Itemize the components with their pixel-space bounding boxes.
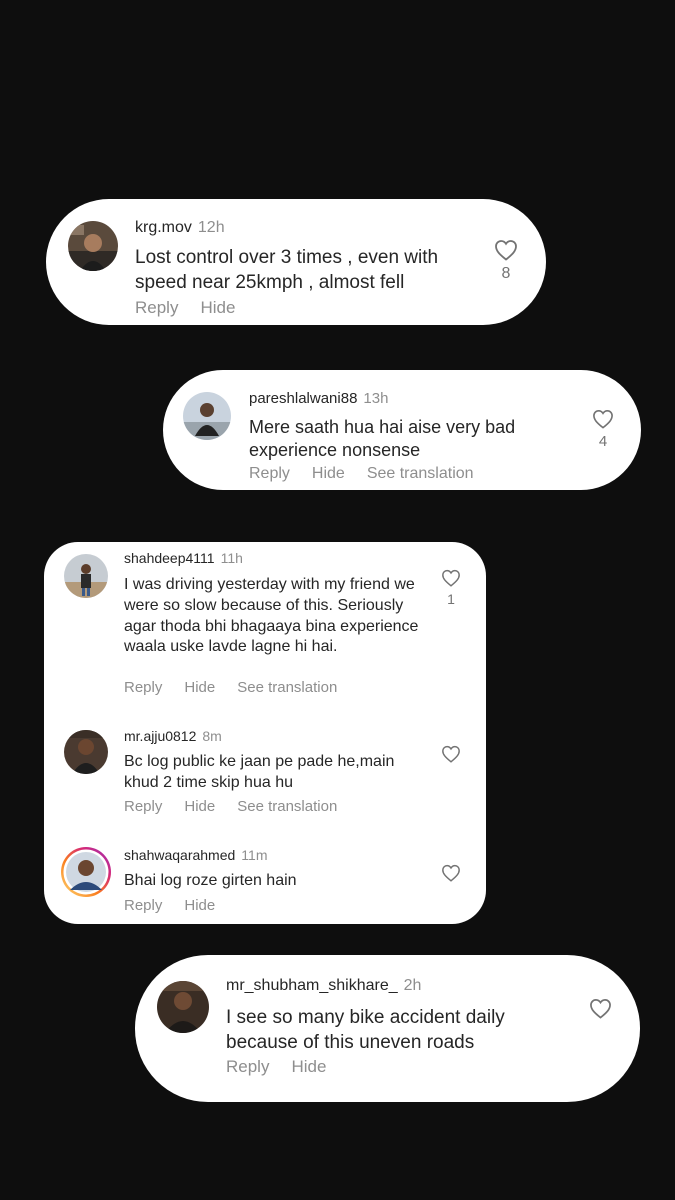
username[interactable]: mr_shubham_shikhare_ xyxy=(226,977,398,994)
like-button[interactable] xyxy=(440,864,462,882)
comment-text: Bc log public ke jaan pe pade he,main kh… xyxy=(124,753,395,791)
comment-text: I see so many bike accident daily becaus… xyxy=(226,1007,505,1053)
comment-actions: Reply Hide xyxy=(135,298,257,318)
avatar[interactable] xyxy=(157,981,209,1033)
reply-button[interactable]: Reply xyxy=(124,798,162,815)
see-translation-button[interactable]: See translation xyxy=(237,798,337,815)
timestamp: 2h xyxy=(403,977,422,994)
comment-meta: shahdeep4111 11h xyxy=(124,550,243,566)
reply-button[interactable]: Reply xyxy=(124,897,162,914)
comment-meta: shahwaqarahmed 11m xyxy=(124,847,268,863)
comment-meta: mr.ajju0812 8m xyxy=(124,728,222,744)
avatar[interactable] xyxy=(183,392,231,440)
like-count: 8 xyxy=(501,265,511,282)
reply-button[interactable]: Reply xyxy=(226,1057,269,1076)
timestamp: 11h xyxy=(220,550,243,566)
comment-text: I was driving yesterday with my friend w… xyxy=(124,576,419,656)
comment-text: Lost control over 3 times , even with sp… xyxy=(135,247,439,293)
hide-button[interactable]: Hide xyxy=(312,465,345,482)
comment-actions: Reply Hide See translation xyxy=(124,679,359,696)
avatar[interactable] xyxy=(64,730,108,774)
like-button[interactable]: 4 xyxy=(589,409,617,450)
comment-meta: mr_shubham_shikhare_ 2h xyxy=(226,977,421,995)
username[interactable]: shahwaqarahmed xyxy=(124,847,235,863)
reply-button[interactable]: Reply xyxy=(249,465,290,482)
timestamp: 12h xyxy=(197,219,225,236)
heart-outline-icon xyxy=(442,745,460,763)
comment-card-1: krg.mov 12h Lost control over 3 times , e… xyxy=(46,199,546,325)
comment-meta: pareshlalwani88 13h xyxy=(249,390,388,407)
comment-meta: krg.mov 12h xyxy=(135,219,225,237)
comment-actions: Reply Hide xyxy=(124,897,237,914)
heart-outline-icon xyxy=(442,569,460,587)
comment-actions: Reply Hide xyxy=(226,1057,348,1077)
timestamp: 11m xyxy=(241,847,268,863)
comment-card-2: pareshlalwani88 13h Mere saath hua hai ai… xyxy=(163,370,641,490)
like-count: 1 xyxy=(447,591,455,607)
timestamp: 13h xyxy=(363,390,389,407)
heart-outline-icon xyxy=(593,409,613,429)
like-button[interactable] xyxy=(440,745,462,763)
hide-button[interactable]: Hide xyxy=(184,798,215,815)
comment-card-6: mr_shubham_shikhare_ 2h I see so many bik… xyxy=(135,955,640,1102)
username[interactable]: krg.mov xyxy=(135,219,192,236)
comment-thread-card: shahdeep4111 11h I was driving yesterday … xyxy=(44,542,486,924)
comment-actions: Reply Hide See translation xyxy=(124,798,359,815)
username[interactable]: mr.ajju0812 xyxy=(124,728,196,744)
hide-button[interactable]: Hide xyxy=(184,679,215,696)
hide-button[interactable]: Hide xyxy=(200,298,235,317)
hide-button[interactable]: Hide xyxy=(184,897,215,914)
like-button[interactable] xyxy=(587,998,613,1019)
see-translation-button[interactable]: See translation xyxy=(367,465,474,482)
comment-actions: Reply Hide See translation xyxy=(249,465,496,483)
avatar-story-ring[interactable] xyxy=(60,846,112,898)
username[interactable]: shahdeep4111 xyxy=(124,550,215,566)
like-count: 4 xyxy=(598,433,608,450)
heart-outline-icon xyxy=(442,864,460,882)
username[interactable]: pareshlalwani88 xyxy=(249,390,357,407)
heart-outline-icon xyxy=(589,999,611,1019)
avatar[interactable] xyxy=(68,221,118,271)
reply-button[interactable]: Reply xyxy=(135,298,178,317)
heart-outline-icon xyxy=(495,240,517,261)
like-button[interactable]: 8 xyxy=(491,239,521,283)
reply-button[interactable]: Reply xyxy=(124,679,162,696)
see-translation-button[interactable]: See translation xyxy=(237,679,337,696)
hide-button[interactable]: Hide xyxy=(291,1057,326,1076)
timestamp: 8m xyxy=(202,728,222,744)
comment-text: Mere saath hua hai aise very bad experie… xyxy=(249,417,516,461)
like-button[interactable]: 1 xyxy=(440,569,462,607)
avatar[interactable] xyxy=(64,554,108,598)
comment-text: Bhai log roze girten hain xyxy=(124,872,297,889)
